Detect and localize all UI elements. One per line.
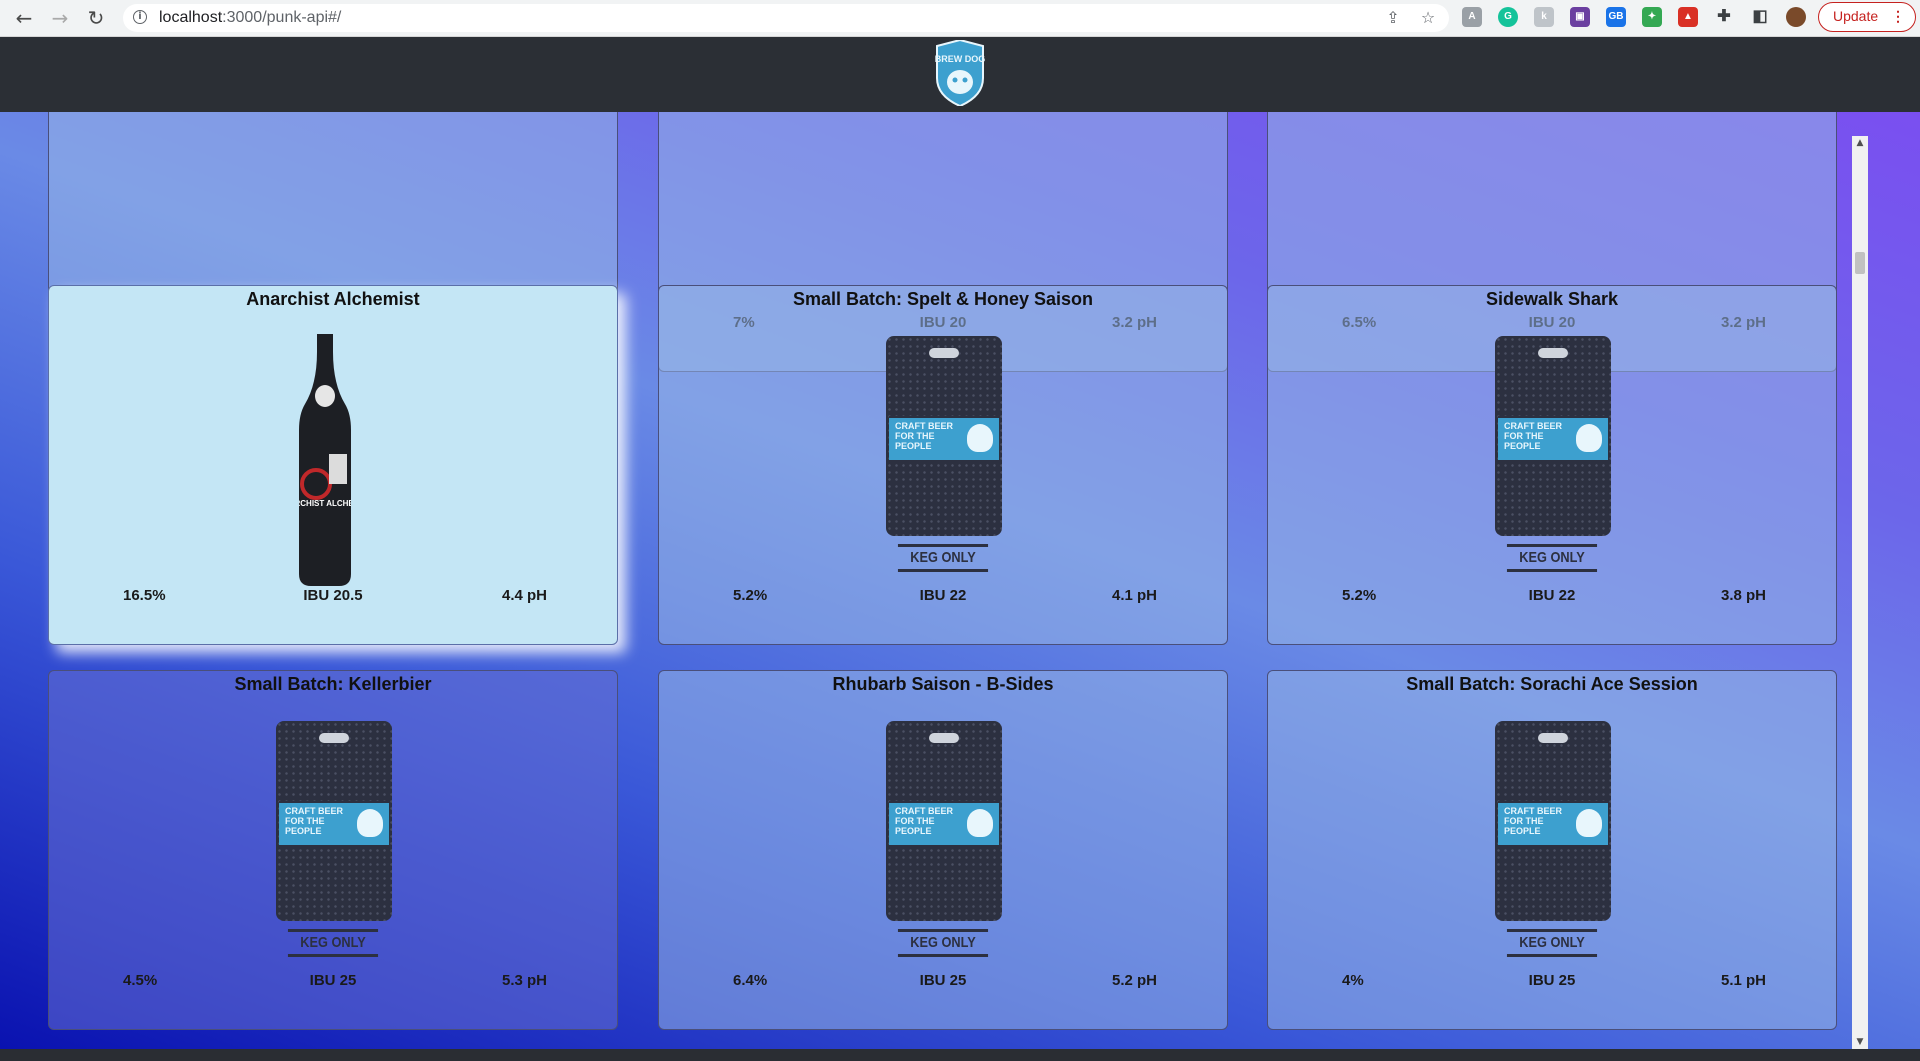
grammarly-extension-icon[interactable]: G — [1498, 7, 1518, 27]
back-icon[interactable]: ← — [12, 6, 36, 30]
forward-icon[interactable]: → — [48, 6, 72, 30]
scrollbar[interactable]: ▲ ▼ — [1852, 136, 1868, 1049]
site-header: BREW DOG — [0, 37, 1920, 112]
keg-image: CRAFT BEER FOR THE PEOPLE — [886, 721, 1002, 921]
bottom-strip — [0, 1049, 1920, 1061]
bookmark-star-icon[interactable]: ☆ — [1418, 8, 1438, 28]
browser-toolbar: ← → ↻ i localhost:3000/punk-api#/ ⇪ ☆ A … — [0, 0, 1920, 37]
keg-only-label: KEG ONLY — [1506, 929, 1598, 957]
keg-only-label: KEG ONLY — [1506, 544, 1598, 572]
extension-icon[interactable]: ✦ — [1642, 7, 1662, 27]
beer-card[interactable]: Small Batch: Kellerbier CRAFT BEER FOR TH… — [48, 670, 618, 1030]
url-text: localhost:3000/punk-api#/ — [159, 9, 342, 26]
beer-grid: 14.2%IBU 204 pHKEG ONLY7%IBU 203.2 pHKEG… — [0, 112, 1920, 1049]
ph-value: 5.2 pH — [1111, 972, 1157, 989]
extension-icon[interactable]: ▲ — [1678, 7, 1698, 27]
keg-only-label: KEG ONLY — [897, 929, 989, 957]
adblock-extension-icon[interactable]: A — [1462, 7, 1482, 27]
beer-card[interactable]: Small Batch: Spelt & Honey Saison CRAFT B… — [658, 285, 1228, 645]
keg-image: CRAFT BEER FOR THE PEOPLE — [1495, 336, 1611, 536]
ph-value: 3.8 pH — [1720, 587, 1766, 604]
beer-card[interactable]: Small Batch: Sorachi Ace Session CRAFT BE… — [1267, 670, 1837, 1030]
beer-card[interactable]: Rhubarb Saison - B-Sides CRAFT BEER FOR T… — [658, 670, 1228, 1030]
share-icon[interactable]: ⇪ — [1383, 8, 1403, 28]
beer-name: Rhubarb Saison - B-Sides — [832, 674, 1054, 694]
ph-value: 4.1 pH — [1111, 587, 1157, 604]
beer-name: Anarchist Alchemist — [246, 289, 420, 309]
keg-only-label: KEG ONLY — [897, 544, 989, 572]
beer-card[interactable]: Anarchist AlchemistANARCHIST ALCHEMIST16… — [48, 285, 618, 645]
side-panel-icon[interactable]: ◧ — [1750, 7, 1770, 27]
scroll-thumb[interactable] — [1855, 252, 1865, 274]
scroll-down-icon[interactable]: ▼ — [1852, 1035, 1868, 1049]
ph-value: 4.4 pH — [501, 587, 547, 604]
keg-only-label: KEG ONLY — [287, 929, 379, 957]
bottle-image: ANARCHIST ALCHEMIST — [299, 334, 351, 586]
beer-card[interactable]: Sidewalk Shark CRAFT BEER FOR THE PEOPLE K… — [1267, 285, 1837, 645]
beer-name: Small Batch: Spelt & Honey Saison — [792, 289, 1094, 309]
keg-image: CRAFT BEER FOR THE PEOPLE — [276, 721, 392, 921]
beer-name: Sidewalk Shark — [1485, 289, 1619, 309]
translate-extension-icon[interactable]: GB — [1606, 7, 1626, 27]
keg-image: CRAFT BEER FOR THE PEOPLE — [886, 336, 1002, 536]
site-info-icon[interactable]: i — [133, 10, 147, 24]
svg-text:BREW DOG: BREW DOG — [935, 54, 986, 64]
ph-value: 5.1 pH — [1720, 972, 1766, 989]
address-bar[interactable]: i localhost:3000/punk-api#/ ⇪ ☆ — [123, 4, 1449, 32]
brewdog-logo[interactable]: BREW DOG — [933, 40, 987, 106]
scroll-up-icon[interactable]: ▲ — [1852, 136, 1868, 150]
svg-text:ANARCHIST ALCHEMIST: ANARCHIST ALCHEMIST — [299, 499, 351, 508]
keg-image: CRAFT BEER FOR THE PEOPLE — [1495, 721, 1611, 921]
beer-name: Small Batch: Sorachi Ace Session — [1406, 674, 1698, 694]
extensions-puzzle-icon[interactable]: ✚ — [1714, 7, 1734, 27]
reload-icon[interactable]: ↻ — [84, 6, 108, 30]
extension-icon[interactable]: k — [1534, 7, 1554, 27]
ph-value: 5.3 pH — [501, 972, 547, 989]
profile-avatar[interactable] — [1786, 7, 1806, 27]
extension-icon[interactable]: ▣ — [1570, 7, 1590, 27]
update-button[interactable]: Update ⋮ — [1818, 2, 1916, 32]
beer-name: Small Batch: Kellerbier — [234, 674, 432, 694]
